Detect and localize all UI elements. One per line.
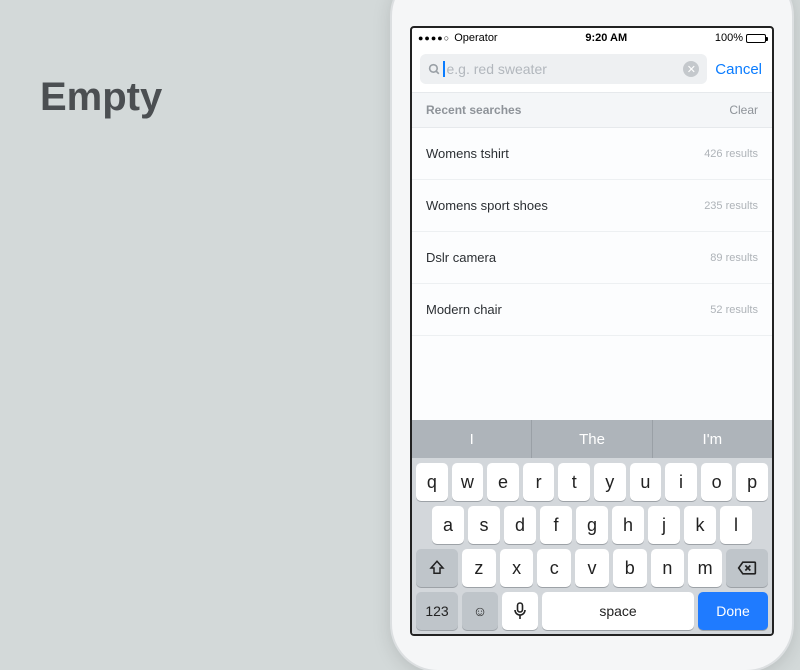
list-item[interactable]: Modern chair 52 results <box>412 284 772 336</box>
clear-recent-button[interactable]: Clear <box>729 103 758 117</box>
search-icon <box>428 63 441 76</box>
key-p[interactable]: p <box>736 463 768 501</box>
key-w[interactable]: w <box>452 463 484 501</box>
list-item[interactable]: Dslr camera 89 results <box>412 232 772 284</box>
key-z[interactable]: z <box>462 549 496 587</box>
shift-key[interactable] <box>416 549 458 587</box>
battery-percent: 100% <box>715 32 743 44</box>
key-h[interactable]: h <box>612 506 644 544</box>
key-row-2: a s d f g h j k l <box>412 501 772 544</box>
search-input[interactable]: e.g. red sweater ✕ <box>420 54 707 84</box>
page-title: Empty <box>40 75 162 120</box>
key-k[interactable]: k <box>684 506 716 544</box>
query-text: Womens sport shoes <box>426 198 548 213</box>
query-text: Modern chair <box>426 302 502 317</box>
done-key[interactable]: Done <box>698 592 768 630</box>
key-m[interactable]: m <box>688 549 722 587</box>
carrier-label: Operator <box>454 32 497 44</box>
recent-header: Recent searches Clear <box>412 92 772 128</box>
key-e[interactable]: e <box>487 463 519 501</box>
key-f[interactable]: f <box>540 506 572 544</box>
result-count: 52 results <box>710 304 758 316</box>
key-y[interactable]: y <box>594 463 626 501</box>
query-text: Dslr camera <box>426 250 496 265</box>
search-placeholder: e.g. red sweater <box>447 61 684 77</box>
suggestion[interactable]: I'm <box>653 420 772 458</box>
key-a[interactable]: a <box>432 506 464 544</box>
key-s[interactable]: s <box>468 506 500 544</box>
list-item[interactable]: Womens sport shoes 235 results <box>412 180 772 232</box>
phone-mock: ●●●●○ Operator 9:20 AM 100% e.g. red swe… <box>392 0 792 670</box>
key-r[interactable]: r <box>523 463 555 501</box>
result-count: 89 results <box>710 252 758 264</box>
dictation-key[interactable] <box>502 592 538 630</box>
signal-dots-icon: ●●●●○ <box>418 33 450 43</box>
mic-icon <box>513 602 527 620</box>
status-bar: ●●●●○ Operator 9:20 AM 100% <box>412 28 772 48</box>
result-count: 235 results <box>704 200 758 212</box>
battery-icon <box>746 34 766 43</box>
result-count: 426 results <box>704 148 758 160</box>
cancel-button[interactable]: Cancel <box>715 61 764 78</box>
key-row-1: q w e r t y u i o p <box>412 458 772 501</box>
space-key[interactable]: space <box>542 592 694 630</box>
keyboard: I The I'm q w e r t y u i o p a s d f <box>412 420 772 634</box>
suggestion[interactable]: The <box>532 420 652 458</box>
key-i[interactable]: i <box>665 463 697 501</box>
key-v[interactable]: v <box>575 549 609 587</box>
key-b[interactable]: b <box>613 549 647 587</box>
key-row-3: z x c v b n m <box>412 544 772 587</box>
key-d[interactable]: d <box>504 506 536 544</box>
text-cursor <box>443 61 445 77</box>
suggestion-bar: I The I'm <box>412 420 772 458</box>
battery-indicator: 100% <box>715 32 766 44</box>
key-u[interactable]: u <box>630 463 662 501</box>
key-l[interactable]: l <box>720 506 752 544</box>
query-text: Womens tshirt <box>426 146 509 161</box>
key-t[interactable]: t <box>558 463 590 501</box>
key-c[interactable]: c <box>537 549 571 587</box>
emoji-key[interactable]: ☺ <box>462 592 498 630</box>
backspace-key[interactable] <box>726 549 768 587</box>
numbers-key[interactable]: 123 <box>416 592 458 630</box>
emoji-icon: ☺ <box>473 603 487 619</box>
recent-label: Recent searches <box>426 103 521 117</box>
key-g[interactable]: g <box>576 506 608 544</box>
recent-list[interactable]: Womens tshirt 426 results Womens sport s… <box>412 128 772 420</box>
key-x[interactable]: x <box>500 549 534 587</box>
search-bar: e.g. red sweater ✕ Cancel <box>412 48 772 92</box>
clear-input-icon[interactable]: ✕ <box>683 61 699 77</box>
key-row-4: 123 ☺ space Done <box>412 587 772 630</box>
key-q[interactable]: q <box>416 463 448 501</box>
list-item[interactable]: Womens tshirt 426 results <box>412 128 772 180</box>
suggestion[interactable]: I <box>412 420 532 458</box>
key-n[interactable]: n <box>651 549 685 587</box>
key-j[interactable]: j <box>648 506 680 544</box>
screen: ●●●●○ Operator 9:20 AM 100% e.g. red swe… <box>410 26 774 636</box>
key-o[interactable]: o <box>701 463 733 501</box>
status-time: 9:20 AM <box>498 32 715 44</box>
